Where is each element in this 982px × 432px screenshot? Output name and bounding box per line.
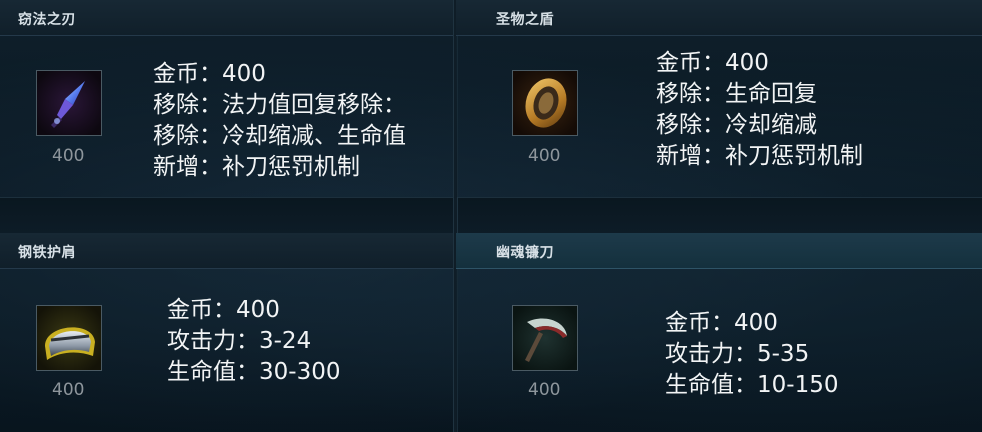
row-divider [0,197,982,235]
stat-line: 移除：生命回复 [656,81,817,107]
panel-header: 幽魂镰刀 [456,233,982,269]
dagger-icon [37,71,101,135]
stat-line: 攻击力：5-35 [665,341,810,367]
stat-line: 金币：400 [665,310,778,336]
stat-line: 金币：400 [167,297,280,323]
stat-line: 生命值：10-150 [665,372,839,398]
item-icon-frame[interactable] [36,305,102,371]
stat-line: 新增：补刀惩罚机制 [656,143,863,169]
stat-line: 移除：冷却缩减、生命值 [153,123,406,149]
item-title: 幽魂镰刀 [496,245,554,261]
stat-line: 攻击力：3-24 [167,328,312,354]
pauldron-icon [37,306,101,370]
item-icon-frame[interactable] [512,305,578,371]
item-title: 圣物之盾 [496,12,554,28]
item-panel-steel-shoulderguards[interactable]: 钢铁护肩 400 金币：400 攻击力：3-24 生命值：30-300 [0,233,453,432]
panel-header: 钢铁护肩 [0,233,453,269]
item-panel-spellthief-edge[interactable]: 窃法之刃 400 金币：400 移除：法力值回复移除： 移除：冷却缩减、生命值 … [0,0,453,197]
item-stats: 金币：400 攻击力：3-24 生命值：30-300 [167,295,340,388]
stat-line: 新增：补刀惩罚机制 [153,154,360,180]
item-panel-spectral-sickle[interactable]: 幽魂镰刀 400 金币：400 攻击力：5-35 生命值：10-150 [456,233,982,432]
item-price: 400 [528,146,561,166]
scythe-icon [513,306,577,370]
item-price: 400 [52,380,85,400]
item-title: 钢铁护肩 [18,245,76,261]
item-price: 400 [52,146,85,166]
stat-line: 金币：400 [656,50,769,76]
stat-line: 移除：法力值回复移除： [153,92,406,118]
item-icon-frame[interactable] [36,70,102,136]
stat-line: 金币：400 [153,61,266,87]
item-stats: 金币：400 攻击力：5-35 生命值：10-150 [665,308,838,401]
item-title: 窃法之刃 [18,12,76,28]
shield-icon [513,71,577,135]
item-price: 400 [528,380,561,400]
item-stats: 金币：400 移除：生命回复 移除：冷却缩减 新增：补刀惩罚机制 [656,48,863,172]
panel-header: 圣物之盾 [456,0,982,36]
panel-header: 窃法之刃 [0,0,453,36]
stat-line: 生命值：30-300 [167,359,341,385]
item-panel-relic-shield[interactable]: 圣物之盾 400 金币：400 移除：生命回复 移除：冷却缩减 新增：补刀惩罚机… [456,0,982,197]
item-stats: 金币：400 移除：法力值回复移除： 移除：冷却缩减、生命值 新增：补刀惩罚机制 [153,59,406,183]
item-icon-frame[interactable] [512,70,578,136]
stat-line: 移除：冷却缩减 [656,112,817,138]
